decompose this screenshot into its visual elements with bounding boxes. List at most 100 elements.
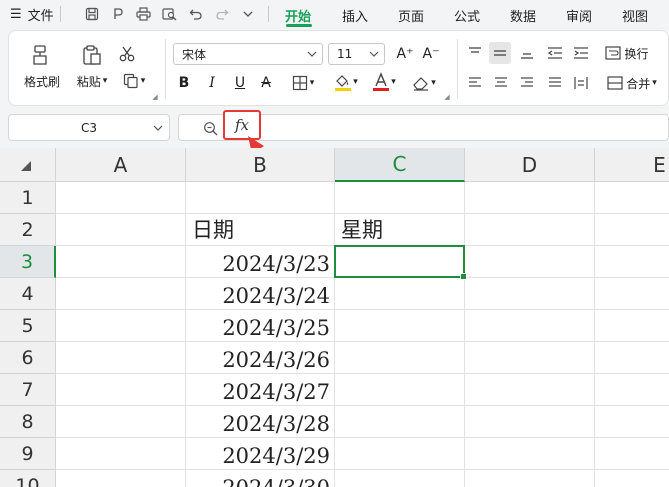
tab-data[interactable]: 数据 xyxy=(510,6,536,25)
spreadsheet-grid[interactable]: A B C D E 1 2 3 4 5 6 7 8 9 10 日期 星期 202… xyxy=(0,148,669,487)
cell-a10[interactable] xyxy=(56,470,186,487)
cut-icon[interactable] xyxy=(115,43,139,65)
column-header-b[interactable]: B xyxy=(186,148,335,182)
row-header-2[interactable]: 2 xyxy=(0,214,56,246)
chevron-down-icon[interactable] xyxy=(237,3,259,25)
cell-c1[interactable] xyxy=(335,182,465,214)
cell-a6[interactable] xyxy=(56,342,186,374)
cell-d7[interactable] xyxy=(465,374,595,406)
cell-b2[interactable]: 日期 xyxy=(186,214,335,246)
cell-c10[interactable] xyxy=(335,470,465,487)
clipboard-launcher-icon[interactable]: ◢ xyxy=(151,93,159,101)
cell-b8[interactable]: 2024/3/28 xyxy=(186,406,335,438)
font-name-select[interactable]: 宋体 xyxy=(173,43,323,65)
cell-b5[interactable]: 2024/3/25 xyxy=(186,310,335,342)
font-color-button[interactable]: ▾ xyxy=(367,71,401,93)
cell-a2[interactable] xyxy=(56,214,186,246)
cell-a5[interactable] xyxy=(56,310,186,342)
tab-view[interactable]: 视图 xyxy=(622,6,648,25)
cell-a9[interactable] xyxy=(56,438,186,470)
align-top-icon[interactable] xyxy=(465,43,485,63)
redo-icon[interactable] xyxy=(211,3,233,25)
cell-d3[interactable] xyxy=(465,246,595,278)
column-header-a[interactable]: A xyxy=(56,148,186,182)
zoom-formula-icon[interactable] xyxy=(200,118,220,138)
cell-d8[interactable] xyxy=(465,406,595,438)
cell-e8[interactable] xyxy=(595,406,669,438)
cell-a4[interactable] xyxy=(56,278,186,310)
cell-c9[interactable] xyxy=(335,438,465,470)
row-header-5[interactable]: 5 xyxy=(0,310,56,342)
cell-d2[interactable] xyxy=(465,214,595,246)
column-header-d[interactable]: D xyxy=(465,148,595,182)
paste-button[interactable]: 粘贴 ▾ xyxy=(71,73,113,89)
save-icon[interactable] xyxy=(81,3,103,25)
tab-review[interactable]: 审阅 xyxy=(566,6,592,25)
cell-c4[interactable] xyxy=(335,278,465,310)
row-header-10[interactable]: 10 xyxy=(0,470,56,487)
cell-c8[interactable] xyxy=(335,406,465,438)
print-icon[interactable] xyxy=(133,3,155,25)
tab-formulas[interactable]: 公式 xyxy=(454,6,480,25)
align-left-icon[interactable] xyxy=(465,73,485,93)
cell-c2[interactable]: 星期 xyxy=(335,214,465,246)
file-menu[interactable]: ☰ 文件 xyxy=(0,0,54,28)
cell-e3[interactable] xyxy=(595,246,669,278)
tab-insert[interactable]: 插入 xyxy=(342,6,368,25)
row-header-8[interactable]: 8 xyxy=(0,406,56,438)
tab-page[interactable]: 页面 xyxy=(398,6,424,25)
cell-d5[interactable] xyxy=(465,310,595,342)
cell-c5[interactable] xyxy=(335,310,465,342)
borders-button[interactable]: ▾ xyxy=(287,73,319,93)
column-header-c[interactable]: C xyxy=(335,148,465,182)
export-pdf-icon[interactable] xyxy=(107,3,129,25)
cell-d1[interactable] xyxy=(465,182,595,214)
cell-b3[interactable]: 2024/3/23 xyxy=(186,246,335,278)
justify-icon[interactable] xyxy=(545,73,565,93)
cell-a7[interactable] xyxy=(56,374,186,406)
cell-a3[interactable] xyxy=(56,246,186,278)
bold-icon[interactable]: B xyxy=(175,73,193,93)
cell-b1[interactable] xyxy=(186,182,335,214)
clear-format-button[interactable]: ▾ xyxy=(407,73,441,93)
strikethrough-icon[interactable]: A xyxy=(257,73,275,93)
row-header-7[interactable]: 7 xyxy=(0,374,56,406)
column-header-e[interactable]: E xyxy=(595,148,669,182)
decrease-font-size-icon[interactable]: A⁻ xyxy=(421,43,441,65)
tab-home[interactable]: 开始 xyxy=(285,6,311,25)
cell-a1[interactable] xyxy=(56,182,186,214)
cell-e4[interactable] xyxy=(595,278,669,310)
row-header-4[interactable]: 4 xyxy=(0,278,56,310)
italic-icon[interactable]: I xyxy=(203,73,221,93)
copy-button[interactable]: ▾ xyxy=(115,71,153,91)
font-launcher-icon[interactable]: ◢ xyxy=(443,93,451,101)
row-header-9[interactable]: 9 xyxy=(0,438,56,470)
cell-b9[interactable]: 2024/3/29 xyxy=(186,438,335,470)
cell-e1[interactable] xyxy=(595,182,669,214)
cell-b7[interactable]: 2024/3/27 xyxy=(186,374,335,406)
cell-d6[interactable] xyxy=(465,342,595,374)
name-box[interactable]: C3 xyxy=(8,114,170,141)
cell-d9[interactable] xyxy=(465,438,595,470)
paste-icon[interactable] xyxy=(79,43,105,67)
row-header-3[interactable]: 3 xyxy=(0,246,56,278)
increase-font-size-icon[interactable]: A⁺ xyxy=(395,43,415,65)
row-header-6[interactable]: 6 xyxy=(0,342,56,374)
select-all-corner[interactable] xyxy=(0,148,56,182)
cell-d4[interactable] xyxy=(465,278,595,310)
merge-button[interactable]: 合并 ▾ xyxy=(599,73,665,93)
distributed-align-icon[interactable] xyxy=(571,73,591,93)
cell-b6[interactable]: 2024/3/26 xyxy=(186,342,335,374)
align-center-icon[interactable] xyxy=(491,73,511,93)
font-size-select[interactable]: 11 xyxy=(328,43,385,65)
undo-icon[interactable] xyxy=(185,3,207,25)
cell-e6[interactable] xyxy=(595,342,669,374)
cell-a8[interactable] xyxy=(56,406,186,438)
cell-e5[interactable] xyxy=(595,310,669,342)
row-header-1[interactable]: 1 xyxy=(0,182,56,214)
print-preview-icon[interactable] xyxy=(159,3,181,25)
cell-b4[interactable]: 2024/3/24 xyxy=(186,278,335,310)
wrap-text-button[interactable]: 换行 xyxy=(599,43,655,63)
format-painter-label[interactable]: 格式刷 xyxy=(21,73,63,89)
align-right-icon[interactable] xyxy=(517,73,537,93)
